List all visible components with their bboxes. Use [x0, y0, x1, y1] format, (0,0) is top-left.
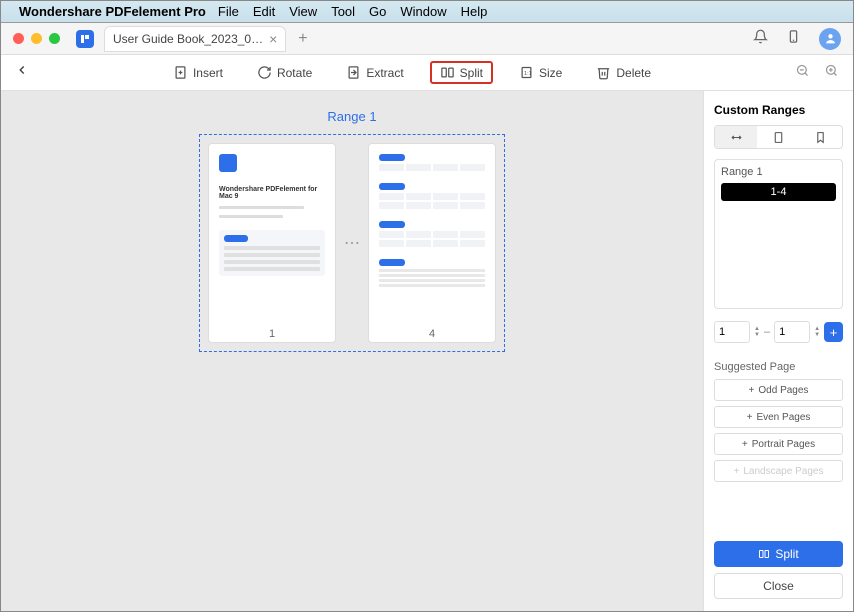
page-number-4: 4	[369, 324, 495, 342]
from-stepper[interactable]: ▲▼	[754, 326, 760, 338]
split-button[interactable]: Split	[430, 61, 493, 84]
portrait-pages-button[interactable]: +Portrait Pages	[714, 433, 843, 455]
delete-button[interactable]: Delete	[588, 61, 659, 84]
size-label: Size	[539, 66, 562, 80]
page-toolbar: Insert Rotate Extract Split 1:1 Size Del…	[1, 55, 853, 91]
window-controls	[13, 33, 60, 44]
mode-bookmark[interactable]	[800, 126, 842, 148]
menu-go[interactable]: Go	[369, 4, 386, 19]
page-number-1: 1	[209, 324, 335, 342]
range-dash: –	[764, 326, 770, 338]
mode-tabs	[714, 125, 843, 149]
range-list: Range 1 1-4	[714, 159, 843, 309]
range-label: Range 1	[327, 109, 376, 124]
bell-icon[interactable]	[753, 29, 768, 49]
extract-label: Extract	[366, 66, 403, 80]
range-from-input[interactable]	[714, 321, 750, 343]
menu-window[interactable]: Window	[400, 4, 446, 19]
menu-help[interactable]: Help	[461, 4, 488, 19]
custom-ranges-panel: Custom Ranges Range 1 1-4 ▲▼ – ▲▼ + Sugg…	[703, 91, 853, 611]
to-stepper[interactable]: ▲▼	[814, 326, 820, 338]
menu-view[interactable]: View	[289, 4, 317, 19]
new-tab-button[interactable]: +	[298, 30, 307, 48]
even-pages-button[interactable]: +Even Pages	[714, 406, 843, 428]
app-name[interactable]: Wondershare PDFelement Pro	[19, 4, 206, 19]
range-to-input[interactable]	[774, 321, 810, 343]
tab-title: User Guide Book_2023_0…	[113, 32, 263, 46]
menu-edit[interactable]: Edit	[253, 4, 275, 19]
close-panel-button[interactable]: Close	[714, 573, 843, 599]
mode-page[interactable]	[757, 126, 799, 148]
mobile-icon[interactable]	[786, 29, 801, 49]
fullscreen-window-button[interactable]	[49, 33, 60, 44]
split-label: Split	[460, 66, 483, 80]
insert-button[interactable]: Insert	[165, 61, 231, 84]
insert-label: Insert	[193, 66, 223, 80]
mac-menubar: Wondershare PDFelement Pro File Edit Vie…	[1, 1, 853, 23]
document-tab[interactable]: User Guide Book_2023_0… ×	[104, 26, 286, 52]
add-range-button[interactable]: +	[824, 322, 843, 342]
suggested-section: Suggested Page +Odd Pages +Even Pages +P…	[714, 361, 843, 487]
range-inputs: ▲▼ – ▲▼ +	[714, 321, 843, 343]
page-thumbnail-1[interactable]: Wondershare PDFelement for Mac 9 1	[208, 143, 336, 343]
tab-bar: User Guide Book_2023_0… × +	[1, 23, 853, 55]
suggested-label: Suggested Page	[714, 361, 843, 373]
zoom-out-icon[interactable]	[795, 63, 810, 83]
user-avatar[interactable]	[819, 28, 841, 50]
thumb-title: Wondershare PDFelement for Mac 9	[219, 186, 325, 200]
app-logo-icon	[76, 30, 94, 48]
delete-label: Delete	[616, 66, 651, 80]
tab-close-icon[interactable]: ×	[269, 31, 277, 47]
size-button[interactable]: 1:1 Size	[511, 61, 570, 84]
page-canvas: Range 1 Wondershare PDFelement for Mac 9	[1, 91, 703, 611]
extract-button[interactable]: Extract	[338, 61, 411, 84]
rotate-label: Rotate	[277, 66, 312, 80]
minimize-window-button[interactable]	[31, 33, 42, 44]
zoom-in-icon[interactable]	[824, 63, 839, 83]
landscape-pages-button: +Landscape Pages	[714, 460, 843, 482]
split-action-button[interactable]: Split	[714, 541, 843, 567]
ellipsis-icon: ⋯	[344, 233, 360, 253]
rotate-button[interactable]: Rotate	[249, 61, 320, 84]
odd-pages-button[interactable]: +Odd Pages	[714, 379, 843, 401]
mode-range[interactable]	[715, 126, 757, 148]
close-window-button[interactable]	[13, 33, 24, 44]
menu-file[interactable]: File	[218, 4, 239, 19]
panel-title: Custom Ranges	[714, 103, 843, 117]
back-button[interactable]	[15, 63, 29, 82]
menu-tool[interactable]: Tool	[331, 4, 355, 19]
page-thumbnail-4[interactable]: 4	[368, 143, 496, 343]
svg-text:1:1: 1:1	[524, 71, 532, 77]
range-item-value[interactable]: 1-4	[721, 183, 836, 201]
range-item-name: Range 1	[721, 166, 836, 178]
range-selection[interactable]: Wondershare PDFelement for Mac 9 1 ⋯	[199, 134, 505, 352]
